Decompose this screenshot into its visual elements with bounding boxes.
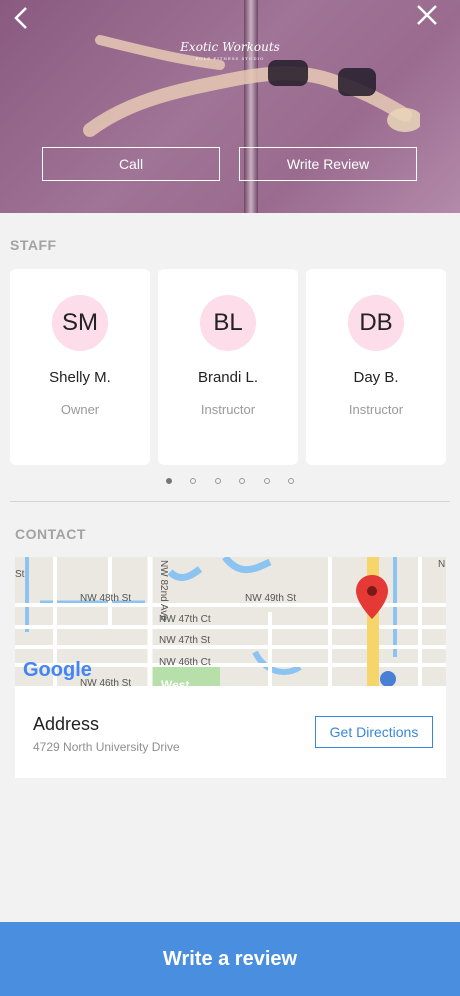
address-value: 4729 North University Drive xyxy=(33,740,180,754)
address-label: Address xyxy=(33,714,100,734)
write-a-review-button[interactable]: Write a review xyxy=(0,922,460,996)
carousel-pagination xyxy=(160,478,300,488)
dancer-image xyxy=(83,35,420,137)
pagination-dot[interactable] xyxy=(190,478,196,484)
section-divider xyxy=(10,501,450,502)
address-card: Address 4729 North University Drive Get … xyxy=(15,686,446,778)
logo-text: Exotic Workouts xyxy=(180,40,280,54)
contact-section-title: CONTACT xyxy=(15,526,86,542)
map-street-label: NW 46th Ct xyxy=(159,657,211,668)
map-view[interactable]: St NW 48th St NW 49th St NW 82nd Ave NW … xyxy=(15,557,446,686)
staff-name: Brandi L. xyxy=(197,369,259,386)
back-icon[interactable] xyxy=(10,4,34,32)
call-button[interactable]: Call xyxy=(42,147,220,181)
staff-card[interactable]: DB Day B. Instructor xyxy=(306,269,446,465)
staff-card[interactable]: SM Shelly M. Owner xyxy=(10,269,150,465)
map-street-label: NW 49th St xyxy=(245,593,297,604)
staff-name: Shelly M. xyxy=(49,369,111,386)
avatar: SM xyxy=(52,295,108,351)
hero-banner: Exotic Workouts POLE FITNESS STUDIO Call… xyxy=(0,0,460,213)
staff-section-title: STAFF xyxy=(10,237,57,253)
pagination-dot[interactable] xyxy=(264,478,270,484)
close-icon[interactable] xyxy=(414,2,440,30)
get-directions-button[interactable]: Get Directions xyxy=(315,716,433,748)
studio-logo: Exotic Workouts POLE FITNESS STUDIO xyxy=(180,40,280,61)
google-logo: Google xyxy=(23,659,92,681)
staff-role: Instructor xyxy=(200,402,256,417)
staff-name: Day B. xyxy=(353,369,399,386)
map-street-label: West xyxy=(161,678,190,686)
map-street-label: NW 48th St xyxy=(80,593,132,604)
map-street-label: NW 47th St xyxy=(159,635,211,646)
staff-role: Instructor xyxy=(348,402,404,417)
map-street-label: NW 82nd Ave xyxy=(157,560,169,621)
avatar: BL xyxy=(200,295,256,351)
staff-role: Owner xyxy=(60,402,100,417)
pagination-dot[interactable] xyxy=(288,478,294,484)
staff-card[interactable]: BL Brandi L. Instructor xyxy=(158,269,298,465)
map-street-label: N xyxy=(438,559,446,570)
staff-carousel[interactable]: SM Shelly M. Owner BL Brandi L. Instruct… xyxy=(10,269,460,465)
pagination-dot[interactable] xyxy=(215,478,221,484)
map-street-label: St xyxy=(15,569,25,580)
pagination-dot[interactable] xyxy=(239,478,245,484)
map-street-label: NW 47th Ct xyxy=(159,614,211,625)
avatar: DB xyxy=(348,295,404,351)
write-review-button[interactable]: Write Review xyxy=(239,147,417,181)
logo-subtext: POLE FITNESS STUDIO xyxy=(195,56,265,61)
pagination-dot[interactable] xyxy=(166,478,172,484)
